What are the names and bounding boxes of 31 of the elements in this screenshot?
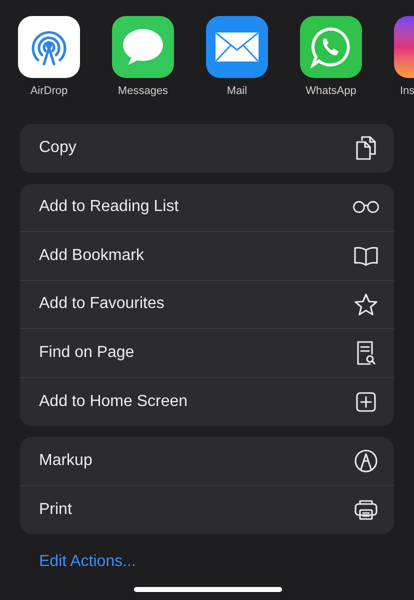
- pen-circle-icon: [352, 448, 380, 473]
- action-row[interactable]: Copy: [20, 124, 394, 172]
- action-row[interactable]: Add Bookmark: [20, 232, 394, 280]
- action-label: Find on Page: [39, 342, 134, 363]
- app-label[interactable]: Mail: [226, 83, 248, 100]
- action-row[interactable]: Print: [20, 486, 394, 534]
- envelope-icon: [206, 16, 268, 78]
- action-row[interactable]: Add to Home Screen: [20, 378, 394, 426]
- action-label: Add to Reading List: [39, 197, 179, 218]
- action-label: Copy: [39, 138, 76, 158]
- action-row[interactable]: Markup: [20, 437, 394, 486]
- app-label[interactable]: AirDrop: [30, 83, 68, 100]
- action-label: Add to Home Screen: [39, 392, 188, 412]
- app-label[interactable]: Messages: [118, 83, 168, 100]
- action-label: Print: [39, 500, 72, 520]
- star-icon: [352, 292, 380, 316]
- glasses-icon: [352, 200, 380, 214]
- edit-actions-link[interactable]: Edit Actions...: [39, 553, 136, 570]
- action-row[interactable]: Find on Page: [20, 329, 394, 378]
- action-label: Markup: [39, 450, 92, 471]
- action-label: Add to Favourites: [39, 294, 164, 314]
- action-label: Add Bookmark: [39, 246, 144, 266]
- speech-bubble-icon: [112, 16, 174, 78]
- app-label[interactable]: Ins: [400, 83, 414, 100]
- action-row[interactable]: Add to Reading List: [20, 184, 394, 232]
- book-icon: [352, 246, 380, 266]
- phone-bubble-icon: [300, 16, 362, 78]
- concentric-rings-icon: [18, 16, 80, 78]
- printer-icon: [352, 498, 380, 521]
- app-label[interactable]: WhatsApp: [306, 83, 356, 100]
- action-row[interactable]: Add to Favourites: [20, 280, 394, 329]
